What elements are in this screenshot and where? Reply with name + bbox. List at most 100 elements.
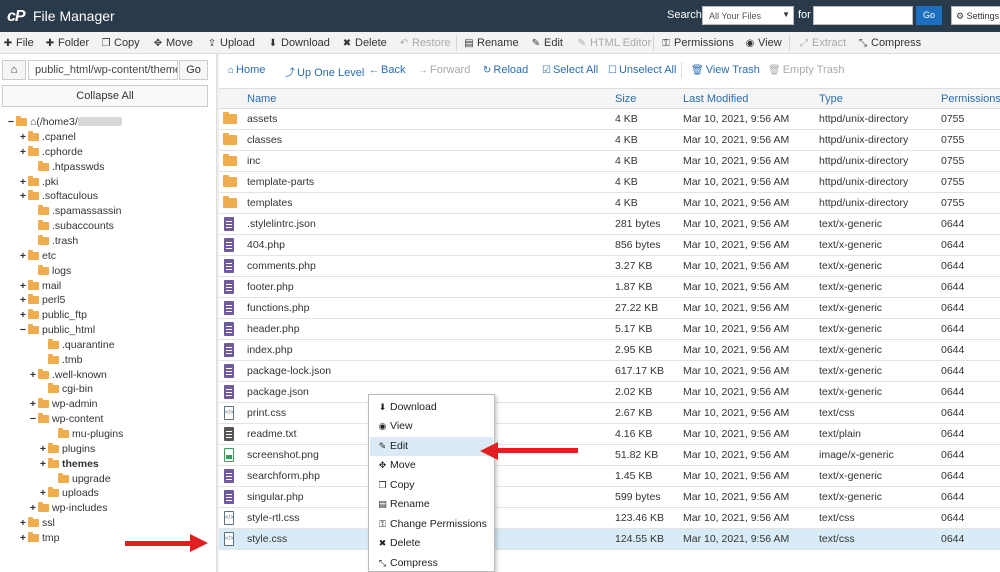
expand-toggle[interactable]: +	[38, 486, 48, 501]
tree-item[interactable]: + .cphorde	[18, 145, 83, 160]
context-menu-view[interactable]: ◉ View	[370, 417, 493, 436]
new-folder-button[interactable]: ✚ Folder	[44, 37, 89, 49]
expand-toggle[interactable]: +	[18, 531, 28, 546]
select-all-button[interactable]: ☑ Select All	[542, 64, 598, 76]
expand-toggle[interactable]: +	[18, 130, 28, 145]
expand-toggle[interactable]: +	[18, 175, 28, 190]
tree-home-button[interactable]: ⌂	[2, 60, 26, 80]
edit-button[interactable]: ✎ Edit	[530, 37, 563, 49]
collapse-all-button[interactable]: Collapse All	[2, 85, 208, 107]
up-one-level-button[interactable]: ⤴ Up One Level	[285, 64, 364, 79]
expand-toggle[interactable]: +	[28, 397, 38, 412]
upload-button[interactable]: ⇪ Upload	[206, 37, 255, 49]
tree-item[interactable]: .trash	[28, 234, 78, 249]
unselect-all-button[interactable]: ☐ Unselect All	[608, 64, 676, 76]
column-header-size[interactable]: Size	[615, 93, 636, 105]
tree-item[interactable]: .spamassassin	[28, 204, 121, 219]
context-menu-copy[interactable]: ❐ Copy	[370, 476, 493, 495]
search-go-button[interactable]: Go	[916, 6, 942, 25]
view-button[interactable]: ◉ View	[744, 37, 782, 49]
tree-item[interactable]: .subaccounts	[28, 219, 114, 234]
context-menu-rename[interactable]: ▤ Rename	[370, 495, 493, 514]
move-button[interactable]: ✥ Move	[152, 37, 193, 49]
expand-toggle[interactable]: +	[18, 145, 28, 160]
column-header-last-modified[interactable]: Last Modified	[683, 93, 748, 105]
path-go-button[interactable]: Go	[179, 60, 208, 80]
expand-toggle[interactable]: +	[28, 368, 38, 383]
table-row[interactable]: templates 4 KB Mar 10, 2021, 9:56 AM httpd/…	[219, 193, 1000, 214]
tree-item[interactable]: + plugins	[38, 442, 95, 457]
expand-toggle[interactable]: +	[18, 516, 28, 531]
table-row[interactable]: searchform.php 1.45 KB Mar 10, 2021, 9:56 …	[219, 466, 1000, 487]
tree-item[interactable]: upgrade	[48, 472, 111, 487]
context-menu-compress[interactable]: ⤡ Compress	[370, 554, 493, 572]
context-menu-edit[interactable]: ✎ Edit	[370, 437, 493, 456]
rename-button[interactable]: ▤ Rename	[463, 37, 518, 49]
table-row[interactable]: </> print.css 2.67 KB Mar 10, 2021, 9:56 AM…	[219, 403, 1000, 424]
table-row[interactable]: classes 4 KB Mar 10, 2021, 9:56 AM httpd/un…	[219, 130, 1000, 151]
table-row[interactable]: package-lock.json 617.17 KB Mar 10, 2021, …	[219, 361, 1000, 382]
search-scope-select[interactable]: All Your Files ▼	[702, 6, 794, 25]
column-header-name[interactable]: Name	[247, 93, 276, 105]
tree-item[interactable]: + uploads	[38, 486, 99, 501]
table-row[interactable]: index.php 2.95 KB Mar 10, 2021, 9:56 AM tex…	[219, 340, 1000, 361]
tree-item[interactable]: + .well-known	[28, 368, 107, 383]
expand-toggle[interactable]: +	[38, 442, 48, 457]
path-input[interactable]: public_html/wp-content/themes	[28, 60, 178, 80]
tree-item[interactable]: .quarantine	[38, 338, 115, 353]
tree-item[interactable]: + .cpanel	[18, 130, 76, 145]
expand-toggle[interactable]: +	[38, 457, 48, 472]
delete-button[interactable]: ✖ Delete	[341, 37, 387, 49]
tree-item[interactable]: + perl5	[18, 293, 65, 308]
view-trash-button[interactable]: 🗑 View Trash	[691, 64, 760, 76]
column-header-permissions[interactable]: Permissions	[941, 93, 1000, 105]
tree-item[interactable]: .htpasswds	[28, 160, 105, 175]
search-input[interactable]	[813, 6, 913, 25]
tree-item[interactable]: + ssl	[18, 516, 55, 531]
empty-trash-button[interactable]: 🗑 Empty Trash	[768, 64, 844, 76]
table-row[interactable]: comments.php 3.27 KB Mar 10, 2021, 9:56 AM…	[219, 256, 1000, 277]
tree-item[interactable]: + tmp	[18, 531, 60, 546]
tree-item[interactable]: + public_ftp	[18, 308, 87, 323]
table-row[interactable]: template-parts 4 KB Mar 10, 2021, 9:56 AM h…	[219, 172, 1000, 193]
column-header-type[interactable]: Type	[819, 93, 843, 105]
expand-toggle[interactable]: +	[18, 308, 28, 323]
expand-toggle[interactable]: −	[18, 323, 28, 338]
table-row[interactable]: readme.txt 4.16 KB Mar 10, 2021, 9:56 AM te…	[219, 424, 1000, 445]
nav-home-button[interactable]: ⌂ Home	[228, 64, 265, 76]
table-row[interactable]: .stylelintrc.json 281 bytes Mar 10, 2021, …	[219, 214, 1000, 235]
reload-button[interactable]: ↻ Reload	[483, 64, 528, 76]
tree-root[interactable]: − ⌂(/home3/	[6, 115, 122, 130]
expand-toggle[interactable]: +	[18, 249, 28, 264]
compress-button[interactable]: ⤡ Compress	[857, 37, 921, 49]
table-row[interactable]: </> style.css 124.55 KB Mar 10, 2021, 9:56 …	[219, 529, 1000, 550]
forward-button[interactable]: → Forward	[418, 64, 470, 76]
tree-item[interactable]: + themes	[38, 457, 99, 472]
back-button[interactable]: ← Back	[369, 64, 405, 76]
extract-button[interactable]: ⤢ Extract	[798, 37, 846, 49]
table-row[interactable]: header.php 5.17 KB Mar 10, 2021, 9:56 AM te…	[219, 319, 1000, 340]
table-row[interactable]: singular.php 599 bytes Mar 10, 2021, 9:56 …	[219, 487, 1000, 508]
expand-toggle[interactable]: +	[18, 279, 28, 294]
context-menu-delete[interactable]: ✖ Delete	[370, 534, 493, 553]
tree-item[interactable]: + .softaculous	[18, 189, 98, 204]
table-row[interactable]: package.json 2.02 KB Mar 10, 2021, 9:56 AM…	[219, 382, 1000, 403]
tree-item[interactable]: − public_html	[18, 323, 95, 338]
tree-item[interactable]: + .pki	[18, 175, 58, 190]
tree-item[interactable]: + etc	[18, 249, 56, 264]
expand-toggle[interactable]: +	[18, 189, 28, 204]
html-editor-button[interactable]: ✎ HTML Editor	[576, 37, 652, 49]
context-menu-download[interactable]: ⬇ Download	[370, 398, 493, 417]
context-menu-change-permissions[interactable]: ⚿ Change Permissions	[370, 515, 493, 534]
tree-item[interactable]: .tmb	[38, 353, 82, 368]
table-row[interactable]: screenshot.png 51.82 KB Mar 10, 2021, 9:56…	[219, 445, 1000, 466]
table-row[interactable]: functions.php 27.22 KB Mar 10, 2021, 9:56 …	[219, 298, 1000, 319]
settings-button[interactable]: ⚙ Settings	[951, 6, 1000, 25]
tree-item[interactable]: logs	[28, 264, 71, 279]
table-row[interactable]: assets 4 KB Mar 10, 2021, 9:56 AM httpd/uni…	[219, 109, 1000, 130]
restore-button[interactable]: ↶ Restore	[398, 37, 451, 49]
tree-item[interactable]: + wp-includes	[28, 501, 107, 516]
expand-toggle[interactable]: −	[28, 412, 38, 427]
tree-item[interactable]: − wp-content	[28, 412, 103, 427]
expand-toggle[interactable]: +	[18, 293, 28, 308]
